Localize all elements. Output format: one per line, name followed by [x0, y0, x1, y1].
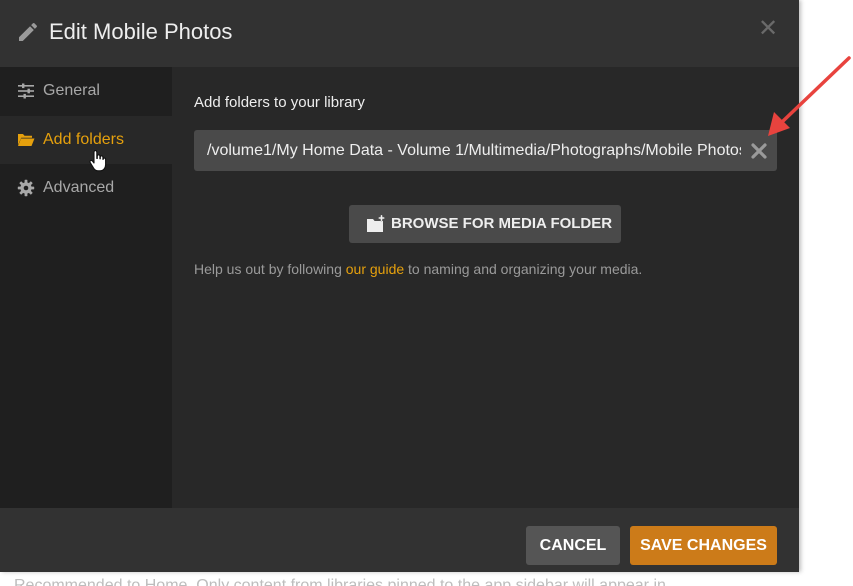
modal-footer: CANCEL SAVE CHANGES [0, 508, 799, 572]
hand-cursor-icon [89, 150, 107, 172]
browse-media-folder-label: BROWSE FOR MEDIA FOLDER [391, 215, 613, 232]
guide-link[interactable]: our guide [346, 261, 404, 277]
help-text-prefix: Help us out by following [194, 261, 346, 277]
sidebar: General Add folders Advanced [0, 67, 172, 508]
folder-path-input[interactable] [194, 130, 777, 171]
cancel-button[interactable]: CANCEL [526, 526, 620, 565]
sidebar-item-label: General [43, 82, 100, 99]
folder-path-field [194, 130, 777, 171]
modal-header: Edit Mobile Photos ✕ [0, 0, 799, 67]
edit-library-modal: Edit Mobile Photos ✕ General Add folders… [0, 0, 799, 572]
modal-title: Edit Mobile Photos [49, 19, 233, 44]
sidebar-item-add-folders[interactable]: Add folders [0, 116, 172, 164]
pencil-icon [19, 22, 38, 41]
help-text-suffix: to naming and organizing your media. [404, 261, 643, 277]
section-label: Add folders to your library [194, 94, 365, 111]
sidebar-item-label: Advanced [43, 179, 115, 196]
sidebar-item-advanced[interactable]: Advanced [0, 164, 172, 212]
screen: Recommended to Home. Only content from l… [0, 0, 853, 586]
remove-folder-icon[interactable] [747, 139, 771, 163]
browse-media-folder-button[interactable]: BROWSE FOR MEDIA FOLDER [349, 205, 621, 243]
sidebar-item-label: Add folders [43, 131, 124, 148]
help-text: Help us out by following our guide to na… [194, 258, 642, 280]
sidebar-item-general[interactable]: General [0, 67, 172, 115]
background-page-text: Recommended to Home. Only content from l… [14, 577, 666, 586]
folder-open-icon [18, 134, 35, 146]
content-panel: Add folders to your library BROWSE FOR M… [172, 67, 799, 508]
save-changes-button[interactable]: SAVE CHANGES [630, 526, 777, 565]
folder-add-icon [367, 214, 385, 232]
close-icon[interactable]: ✕ [756, 16, 780, 42]
sliders-icon [18, 83, 34, 99]
gear-icon [17, 179, 35, 197]
